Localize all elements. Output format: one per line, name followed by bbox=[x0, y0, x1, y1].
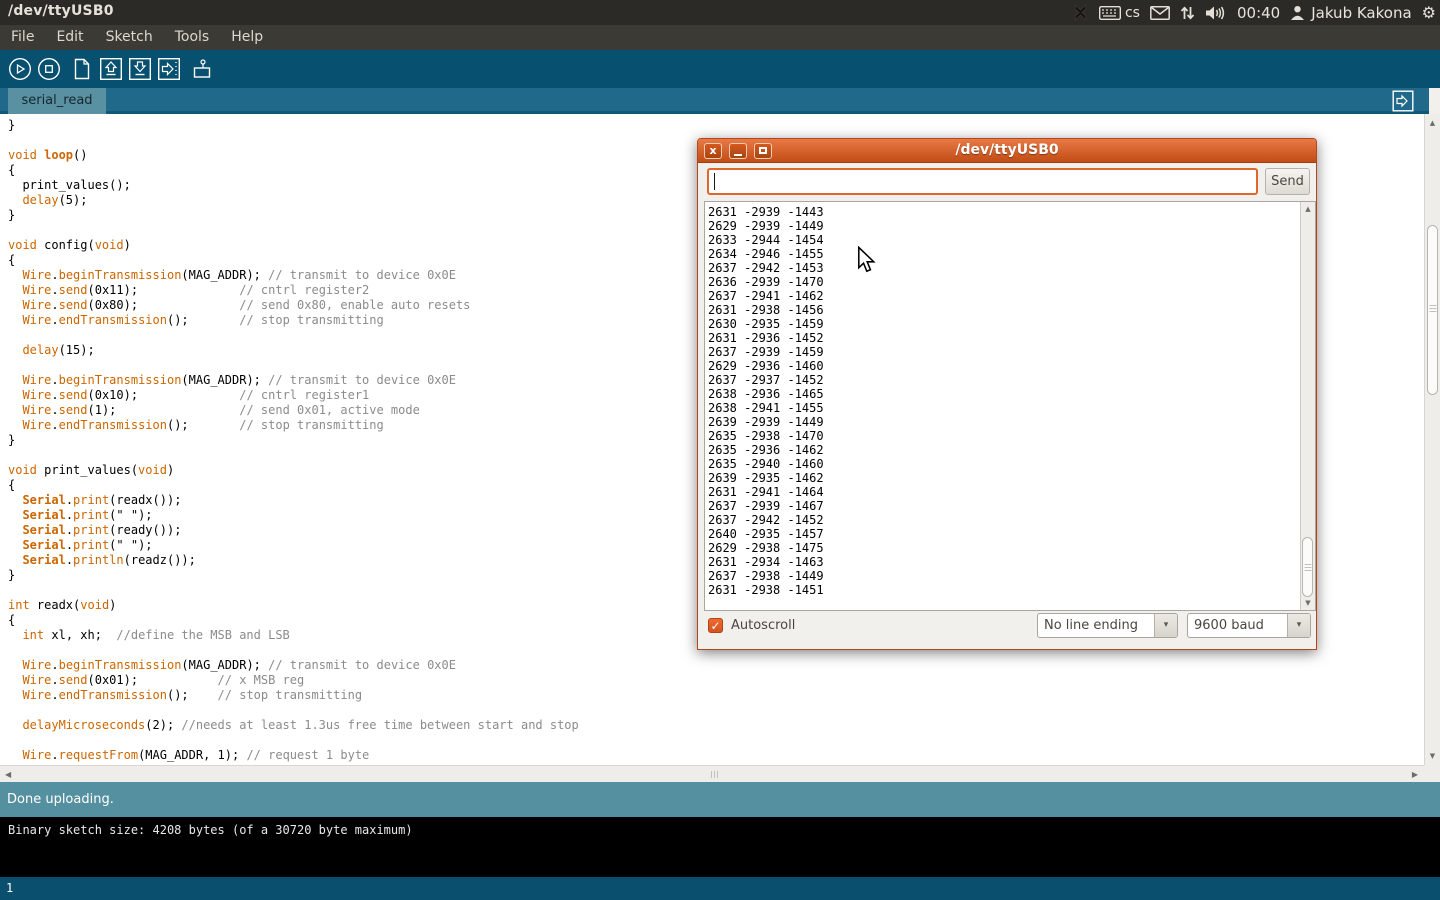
mail-icon[interactable] bbox=[1150, 6, 1170, 20]
scroll-up-icon[interactable]: ▲ bbox=[1301, 205, 1315, 213]
serial-monitor-button[interactable] bbox=[190, 57, 214, 81]
open-sketch-button[interactable] bbox=[99, 57, 123, 81]
user-icon bbox=[1290, 5, 1305, 21]
keyboard-layout-indicator[interactable]: cs bbox=[1099, 5, 1140, 21]
network-arrows-icon[interactable] bbox=[1180, 5, 1195, 21]
send-button[interactable]: Send bbox=[1265, 168, 1310, 195]
autoscroll-label: Autoscroll bbox=[731, 618, 795, 633]
tab-bar-corner bbox=[1429, 88, 1440, 114]
line-number-indicator: 1 bbox=[0, 877, 1440, 900]
status-bar: Done uploading. bbox=[0, 782, 1440, 817]
upload-button[interactable] bbox=[157, 57, 181, 81]
new-sketch-button[interactable] bbox=[70, 57, 94, 81]
serial-monitor-controls: ✓ Autoscroll No line ending ▾ 9600 baud … bbox=[698, 609, 1316, 649]
tab-bar: serial_read bbox=[0, 88, 1429, 114]
app-pinwheel-icon[interactable] bbox=[1072, 4, 1089, 21]
tab-menu-icon[interactable] bbox=[1391, 89, 1415, 113]
scroll-right-icon[interactable]: ▶ bbox=[1412, 770, 1418, 779]
active-window-title: /dev/ttyUSB0 bbox=[8, 3, 114, 19]
volume-icon[interactable] bbox=[1205, 5, 1227, 21]
serial-monitor-title: /dev/ttyUSB0 bbox=[698, 142, 1316, 158]
scroll-up-icon[interactable]: ▲ bbox=[1425, 119, 1440, 127]
serial-vscrollbar[interactable]: ▲ ▼ bbox=[1300, 202, 1315, 610]
session-gear-icon[interactable]: ⚙ bbox=[1422, 5, 1436, 21]
top-panel: /dev/ttyUSB0 cs 00:40 Jakub Kakona bbox=[0, 0, 1440, 25]
menu-edit[interactable]: Edit bbox=[45, 25, 94, 50]
serial-monitor-window: x /dev/ttyUSB0 Send 2631 -2939 -1443 262… bbox=[697, 138, 1317, 650]
scroll-down-icon[interactable]: ▼ bbox=[1301, 599, 1315, 607]
stop-button[interactable] bbox=[37, 57, 61, 81]
line-ending-dropdown[interactable]: No line ending ▾ bbox=[1037, 613, 1178, 638]
save-sketch-button[interactable] bbox=[128, 57, 152, 81]
user-name: Jakub Kakona bbox=[1311, 4, 1411, 22]
scroll-left-icon[interactable]: ◀ bbox=[5, 770, 11, 779]
serial-send-input[interactable] bbox=[707, 168, 1258, 195]
console-output: Binary sketch size: 4208 bytes (of a 307… bbox=[0, 817, 1440, 877]
scrollbar-corner bbox=[1424, 765, 1440, 782]
verify-button[interactable] bbox=[8, 57, 32, 81]
mouse-cursor bbox=[857, 246, 876, 278]
text-caret bbox=[714, 173, 715, 190]
editor-vscroll-thumb[interactable] bbox=[1427, 225, 1438, 395]
scroll-down-icon[interactable]: ▼ bbox=[1425, 752, 1440, 760]
menu-sketch[interactable]: Sketch bbox=[95, 25, 164, 50]
desktop: /dev/ttyUSB0 cs 00:40 Jakub Kakona bbox=[0, 0, 1440, 900]
tab-serial-read[interactable]: serial_read bbox=[8, 88, 106, 114]
serial-vscroll-thumb[interactable] bbox=[1302, 537, 1313, 597]
editor-vscrollbar[interactable]: ▲ ▼ bbox=[1424, 114, 1440, 765]
chevron-down-icon[interactable]: ▾ bbox=[1154, 614, 1177, 637]
baud-rate-dropdown[interactable]: 9600 baud ▾ bbox=[1187, 613, 1311, 638]
session-menu[interactable]: Jakub Kakona bbox=[1290, 4, 1411, 22]
clock[interactable]: 00:40 bbox=[1237, 4, 1280, 22]
autoscroll-checkbox[interactable]: ✓ bbox=[708, 618, 723, 633]
system-tray: cs 00:40 Jakub Kakona ⚙ bbox=[1072, 0, 1436, 25]
menu-bar: FileEditSketchToolsHelp bbox=[0, 25, 1440, 50]
menu-help[interactable]: Help bbox=[220, 25, 274, 50]
serial-monitor-titlebar[interactable]: x /dev/ttyUSB0 bbox=[698, 139, 1316, 163]
keyboard-icon bbox=[1099, 6, 1121, 20]
menu-file[interactable]: File bbox=[0, 25, 45, 50]
serial-output-text: 2631 -2939 -1443 2629 -2939 -1449 2633 -… bbox=[705, 202, 1298, 610]
editor-hscrollbar[interactable]: ◀ ▶ bbox=[0, 765, 1424, 782]
ide-toolbar bbox=[0, 50, 1440, 88]
serial-output-area[interactable]: 2631 -2939 -1443 2629 -2939 -1449 2633 -… bbox=[704, 201, 1316, 611]
chevron-down-icon[interactable]: ▾ bbox=[1287, 614, 1310, 637]
menu-tools[interactable]: Tools bbox=[164, 25, 221, 50]
